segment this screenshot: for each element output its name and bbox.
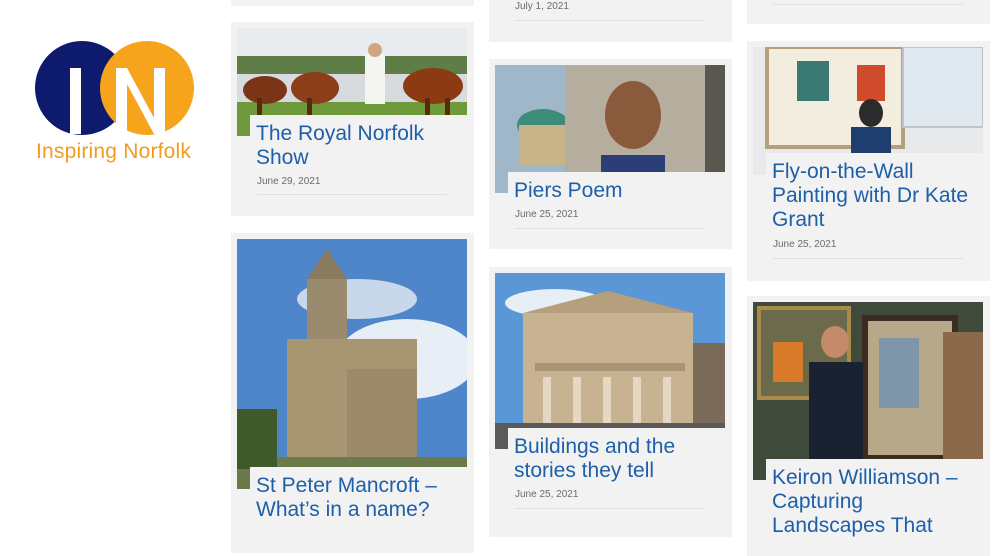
post-thumbnail[interactable]	[237, 239, 467, 489]
post-date: June 25, 2021	[515, 489, 579, 500]
post-card[interactable]	[231, 0, 474, 6]
post-title[interactable]: Piers Poem	[514, 179, 718, 203]
divider	[515, 20, 705, 21]
post-date: June 25, 2021	[773, 239, 837, 250]
post-card[interactable]: July 1, 2021	[489, 0, 732, 42]
post-card[interactable]	[747, 0, 990, 24]
post-title-box: Buildings and the stories they tell	[508, 428, 728, 487]
divider	[773, 4, 963, 5]
post-thumbnail[interactable]	[495, 273, 725, 449]
logo-text: Inspiring Norfolk	[36, 140, 192, 163]
post-card[interactable]: St Peter Mancroft – What’s in a name?	[231, 233, 474, 553]
post-thumbnail[interactable]	[753, 302, 983, 480]
post-card[interactable]: The Royal Norfolk Show June 29, 2021	[231, 22, 474, 216]
divider	[515, 228, 705, 229]
post-title-box: Keiron Williamson – Capturing Landscapes…	[766, 459, 986, 542]
divider	[773, 258, 963, 259]
post-title[interactable]: Buildings and the stories they tell	[514, 435, 718, 483]
post-date: June 25, 2021	[515, 209, 579, 220]
post-card[interactable]: Buildings and the stories they tell June…	[489, 267, 732, 537]
post-title[interactable]: Keiron Williamson – Capturing Landscapes…	[772, 466, 976, 538]
building-image	[495, 273, 725, 449]
church-image	[237, 239, 467, 489]
post-card[interactable]: Piers Poem June 25, 2021	[489, 59, 732, 249]
post-card[interactable]: Fly-on-the-Wall Painting with Dr Kate Gr…	[747, 41, 990, 281]
post-title[interactable]: The Royal Norfolk Show	[256, 122, 460, 170]
post-title[interactable]: St Peter Mancroft – What’s in a name?	[256, 474, 460, 522]
post-title-box: Fly-on-the-Wall Painting with Dr Kate Gr…	[766, 153, 986, 236]
site-logo[interactable]: Inspiring Norfolk	[34, 34, 199, 169]
divider	[515, 508, 705, 509]
logo-mark	[35, 41, 194, 135]
post-title-box: The Royal Norfolk Show	[250, 115, 470, 174]
post-title-box: St Peter Mancroft – What’s in a name?	[250, 467, 470, 526]
post-title-box: Piers Poem	[508, 172, 728, 207]
post-title[interactable]: Fly-on-the-Wall Painting with Dr Kate Gr…	[772, 160, 976, 232]
post-card[interactable]: Keiron Williamson – Capturing Landscapes…	[747, 296, 990, 556]
divider	[257, 194, 447, 195]
artist-image	[753, 302, 983, 480]
post-date: July 1, 2021	[515, 1, 569, 12]
post-date: June 29, 2021	[257, 176, 321, 187]
